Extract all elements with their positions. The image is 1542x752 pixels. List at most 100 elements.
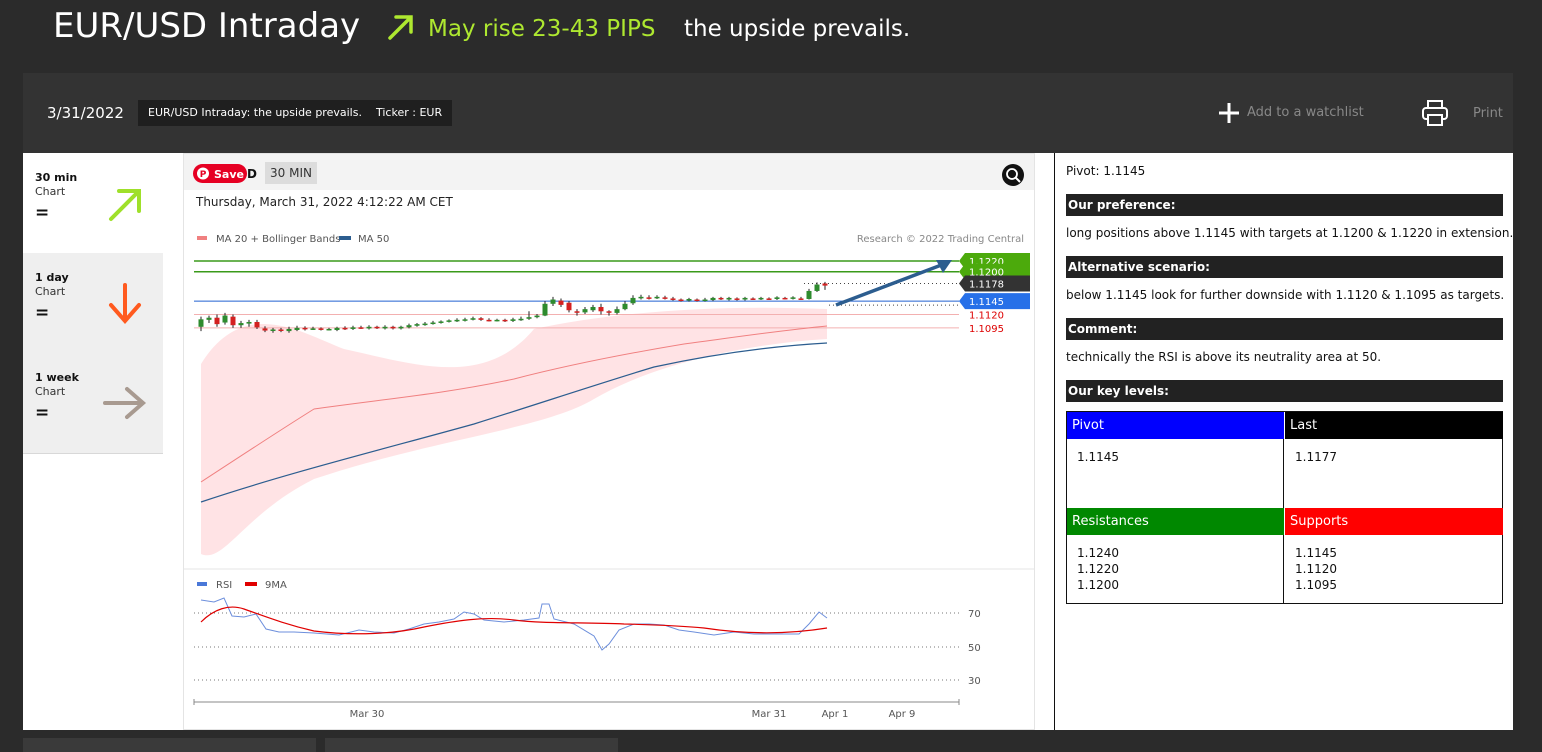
svg-text:P: P [200, 170, 207, 180]
level-label: 1.1095 [969, 324, 1004, 335]
bollinger-band [201, 307, 827, 556]
candle-body [454, 319, 460, 322]
page-title: EUR/USD Intraday [53, 6, 361, 46]
candle-body [766, 298, 772, 300]
candle-body [382, 326, 388, 329]
timeframe-sub: Chart [35, 385, 66, 398]
last-value: 1.1177 [1295, 450, 1337, 464]
analysis-panel: 3/31/2022 EUR/USD Intraday: the upside p… [23, 73, 1513, 730]
rsi-ma-line [200, 606, 828, 635]
candle-body [662, 297, 668, 299]
x-label-mar30: Mar 30 [350, 709, 385, 720]
legend-ma20: MA 20 + Bollinger Bands [216, 234, 340, 245]
level-label: 1.1120 [969, 311, 1004, 322]
pivot-line: Pivot: 1.1145 [1066, 164, 1146, 178]
chart-credit: Research © 2022 Trading Central [857, 234, 1024, 245]
level-label: 1.1178 [969, 279, 1004, 290]
save-label: Save [214, 168, 244, 181]
plus-icon [1219, 103, 1239, 123]
legend-9ma: 9MA [265, 580, 287, 591]
supports-header: Supports [1285, 508, 1503, 535]
candle-body [478, 318, 484, 320]
timeframe-name: 1 week [35, 371, 79, 384]
timeframe-30min[interactable]: 30 min Chart = [23, 153, 163, 254]
price-chart: P Save D 30 MIN Thursday, March 31, 2022… [183, 153, 1035, 730]
last-header: Last [1285, 412, 1503, 439]
candle-body [590, 307, 596, 311]
candle-body [334, 327, 340, 331]
candle-body [374, 326, 380, 329]
alternative-text: below 1.1145 look for further downside w… [1066, 288, 1505, 302]
timeframe-sub: Chart [35, 185, 66, 198]
arrow-down-icon [109, 283, 141, 325]
rsi-tick-30: 30 [968, 676, 981, 687]
info-bar: 3/31/2022 EUR/USD Intraday: the upside p… [23, 73, 1513, 153]
chart-timestamp: Thursday, March 31, 2022 4:12:22 AM CET [195, 195, 453, 209]
candle-body [414, 324, 420, 326]
comment-heading: Comment: [1066, 318, 1503, 340]
candle-body [198, 319, 204, 327]
timeframe-name: 1 day [35, 271, 69, 284]
candle-body [606, 311, 612, 313]
timeframe-1day[interactable]: 1 day Chart = [23, 253, 163, 354]
timeframe-1week[interactable]: 1 week Chart = [23, 353, 163, 454]
candle-body [406, 325, 412, 328]
timeframe-name: 30 min [35, 171, 78, 184]
candle-body [558, 300, 564, 305]
candle-body [806, 290, 812, 299]
interval-label: 30 MIN [270, 166, 312, 180]
candle-body [598, 307, 604, 312]
tagline: the upside prevails. [684, 16, 911, 42]
candle-body [678, 299, 684, 302]
preference-heading: Our preference: [1066, 194, 1503, 216]
candle-body [686, 298, 692, 301]
print-label: Print [1473, 106, 1503, 121]
candle-body [638, 296, 644, 299]
candle-body [438, 321, 444, 323]
timeframe-list: 30 min Chart = 1 day Chart = 1 week Char… [23, 153, 163, 455]
watchlist-label: Add to a watchlist [1247, 105, 1364, 120]
timeframe-value: = [35, 303, 50, 323]
interval-button[interactable]: 30 MIN [265, 162, 317, 184]
candle-body [526, 317, 532, 319]
candle-body [326, 328, 332, 331]
rsi-line [200, 597, 828, 651]
candle-body [318, 328, 324, 330]
candle-body [542, 303, 548, 316]
key-levels-table: Pivot Last 1.1145 1.1177 Resistances Sup… [1066, 411, 1503, 604]
candle-body [214, 317, 220, 325]
candle-body [230, 316, 236, 326]
candle-body [286, 328, 292, 332]
pinterest-save-button[interactable]: P Save [193, 164, 247, 183]
candle-body [398, 326, 404, 329]
resistances-values: 1.1240 1.1220 1.1200 [1067, 535, 1284, 603]
candle-body [246, 321, 252, 324]
candle-body [782, 297, 788, 300]
arrow-right-icon [103, 387, 147, 419]
candle-body [822, 283, 828, 286]
candle-body [710, 297, 716, 301]
pivot-value: 1.1145 [1067, 439, 1284, 508]
panel-divider [1054, 153, 1055, 730]
candle-body [670, 298, 676, 300]
candle-body [470, 318, 476, 320]
candle-body [294, 327, 300, 331]
candle-body [462, 319, 468, 321]
candle-body [630, 297, 636, 304]
level-label: 1.1145 [969, 297, 1004, 308]
candle-body [366, 326, 372, 329]
zoom-icon[interactable] [1002, 164, 1024, 186]
x-label-mar31: Mar 31 [752, 709, 787, 720]
candle-body [262, 328, 268, 331]
candle-body [694, 299, 700, 302]
candle-body [278, 329, 284, 331]
candle-body [502, 319, 508, 322]
candle-body [582, 309, 588, 313]
page-header: EUR/USD Intraday May rise 23-43 PIPS the… [0, 0, 1542, 60]
candle-body [310, 328, 316, 330]
candle-body [430, 322, 436, 325]
candle-body [238, 323, 244, 326]
candle-body [790, 297, 796, 299]
candle-body [718, 297, 724, 300]
candle-body [422, 323, 428, 326]
